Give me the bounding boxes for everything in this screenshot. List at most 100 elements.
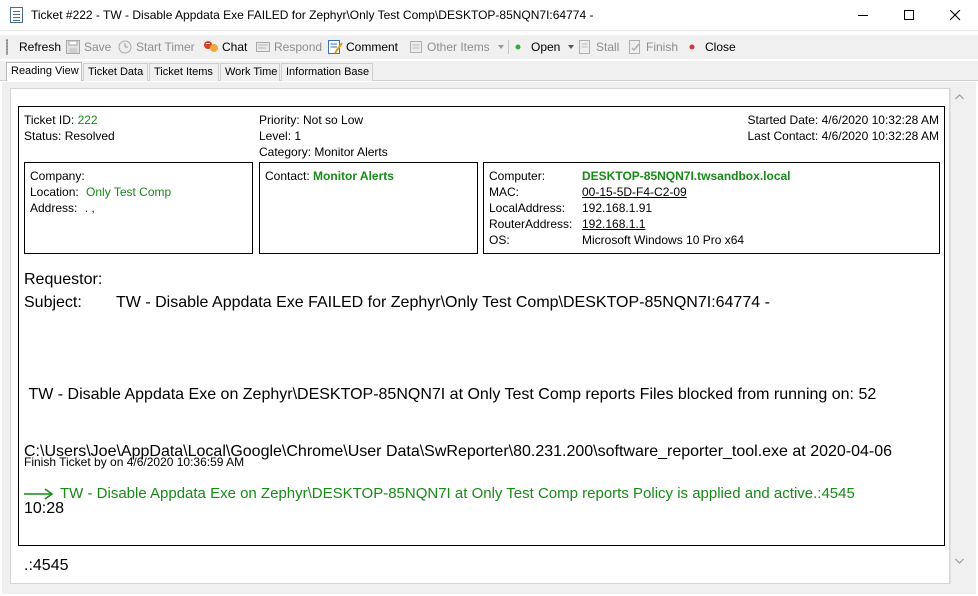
mac-value[interactable]: 00-15-5D-F4-C2-09	[582, 185, 687, 199]
os-label: OS:	[489, 233, 510, 247]
status-dot-red-icon	[686, 39, 702, 55]
start-timer-label: Start Timer	[136, 40, 195, 54]
contact-value[interactable]: Monitor Alerts	[313, 169, 394, 183]
category-row: Category: Monitor Alerts	[259, 145, 388, 159]
last-contact-value: 4/6/2020 10:32:28 AM	[821, 129, 939, 143]
minimize-icon	[858, 15, 868, 16]
tab-information-base[interactable]: Information Base	[281, 63, 373, 81]
location-row: Location: Only Test Comp	[30, 185, 171, 199]
other-items-label: Other Items	[427, 40, 490, 54]
subject-label: Subject:	[24, 294, 82, 311]
started-date-value: 4/6/2020 10:32:28 AM	[821, 113, 939, 127]
comment-label: Comment	[346, 40, 399, 54]
chat-label: Chat	[222, 40, 248, 54]
company-label: Company:	[30, 169, 85, 183]
chevron-down-icon	[497, 45, 504, 49]
chat-icon	[203, 39, 219, 55]
finish-icon	[627, 39, 643, 55]
address-label: Address:	[30, 201, 78, 215]
close-window-button[interactable]	[932, 0, 978, 31]
other-items-icon	[408, 39, 424, 55]
minimize-button[interactable]	[840, 0, 886, 31]
vertical-scrollbar[interactable]	[950, 88, 967, 584]
category-value: Monitor Alerts	[314, 145, 388, 159]
stall-icon	[577, 39, 593, 55]
ticket-viewer: Ticket ID: 222 Status: Resolved Priority…	[10, 88, 950, 584]
clock-icon	[117, 39, 133, 55]
started-date-row: Started Date: 4/6/2020 10:32:28 AM	[748, 113, 940, 127]
computer-box: Computer: DESKTOP-85NQN7I.twsandbox.loca…	[483, 162, 940, 254]
started-date-label: Started Date:	[747, 113, 819, 127]
priority-row: Priority: Not so Low	[259, 113, 363, 127]
toolbar-grip[interactable]	[6, 39, 8, 55]
other-items-dropdown[interactable]: Other Items	[408, 38, 504, 56]
save-icon	[65, 39, 81, 55]
respond-icon	[255, 39, 271, 55]
status-row: Status: Resolved	[24, 129, 115, 143]
status-value: Resolved	[64, 129, 115, 143]
body-line: TW - Disable Appdata Exe on Zephyr\DESKT…	[24, 386, 877, 403]
close-label: Close	[705, 40, 736, 54]
contact-box: Contact: Monitor Alerts	[259, 162, 478, 254]
chat-button[interactable]: Chat	[203, 38, 247, 56]
ticket-sheet: Ticket ID: 222 Status: Resolved Priority…	[18, 106, 945, 574]
close-ticket-button[interactable]: Close	[686, 38, 736, 56]
respond-label: Respond	[274, 40, 323, 54]
scroll-down-icon[interactable]	[955, 558, 964, 564]
router-address-value[interactable]: 192.168.1.1	[582, 217, 645, 231]
comment-icon	[327, 39, 343, 55]
last-contact-label: Last Contact:	[747, 129, 819, 143]
refresh-button[interactable]: Refresh	[19, 38, 61, 56]
save-button[interactable]: Save	[65, 38, 111, 56]
status-dot-green-icon	[512, 39, 528, 55]
contact-label: Contact:	[265, 169, 310, 183]
level-row: Level: 1	[259, 129, 301, 143]
chevron-down-icon	[568, 45, 575, 49]
start-timer-button[interactable]: Start Timer	[117, 38, 195, 56]
tab-ticket-data[interactable]: Ticket Data	[83, 63, 148, 81]
finish-button[interactable]: Finish	[627, 38, 678, 56]
requestor-label: Requestor:	[24, 271, 103, 288]
address-row: Address: . ,	[30, 201, 95, 215]
maximize-button[interactable]	[886, 0, 932, 31]
location-value[interactable]: Only Test Comp	[86, 185, 171, 199]
computer-label: Computer:	[489, 169, 546, 183]
stall-button[interactable]: Stall	[577, 38, 619, 56]
save-label: Save	[84, 40, 112, 54]
local-address-value: 192.168.1.91	[582, 201, 653, 215]
mac-label: MAC:	[489, 185, 519, 199]
ticket-body: TW - Disable Appdata Exe on Zephyr\DESKT…	[24, 347, 934, 596]
subject-value: TW - Disable Appdata Exe FAILED for Zeph…	[116, 294, 770, 311]
level-label: Level:	[259, 129, 292, 143]
status-label: Status:	[24, 129, 62, 143]
contact-row: Contact: Monitor Alerts	[265, 169, 394, 183]
subject-row: Subject: TW - Disable Appdata Exe FAILED …	[24, 294, 770, 312]
priority-value: Not so Low	[303, 113, 364, 127]
resolution-line: TW - Disable Appdata Exe on Zephyr\DESKT…	[24, 485, 855, 502]
os-value: Microsoft Windows 10 Pro x64	[582, 233, 745, 247]
last-contact-row: Last Contact: 4/6/2020 10:32:28 AM	[748, 129, 940, 143]
ticket-id-value[interactable]: 222	[78, 113, 98, 127]
arrow-right-icon	[24, 487, 54, 500]
local-address-label: LocalAddress:	[489, 201, 566, 215]
open-dropdown[interactable]: Open	[512, 38, 575, 56]
respond-button[interactable]: Respond	[255, 38, 322, 56]
computer-value[interactable]: DESKTOP-85NQN7I.twsandbox.local	[582, 169, 791, 183]
priority-label: Priority:	[259, 113, 300, 127]
comment-button[interactable]: Comment	[327, 38, 398, 56]
company-box: Company: Location: Only Test Comp Addres…	[24, 162, 253, 254]
tab-reading-view[interactable]: Reading View	[6, 62, 82, 81]
level-value: 1	[294, 129, 302, 143]
scroll-up-icon[interactable]	[955, 94, 964, 100]
close-icon	[950, 10, 961, 21]
company-row: Company:	[30, 169, 85, 183]
ticket-id-row: Ticket ID: 222	[24, 113, 98, 127]
reading-view-pane: Ticket ID: 222 Status: Resolved Priority…	[2, 82, 976, 594]
window-title: Ticket #222 - TW - Disable Appdata Exe F…	[31, 8, 594, 22]
address-value: . ,	[84, 201, 95, 215]
finish-label: Finish	[646, 40, 679, 54]
tab-work-time[interactable]: Work Time	[220, 63, 280, 81]
refresh-label: Refresh	[19, 40, 62, 54]
tab-ticket-items[interactable]: Ticket Items	[149, 63, 219, 81]
maximize-icon	[904, 10, 914, 20]
